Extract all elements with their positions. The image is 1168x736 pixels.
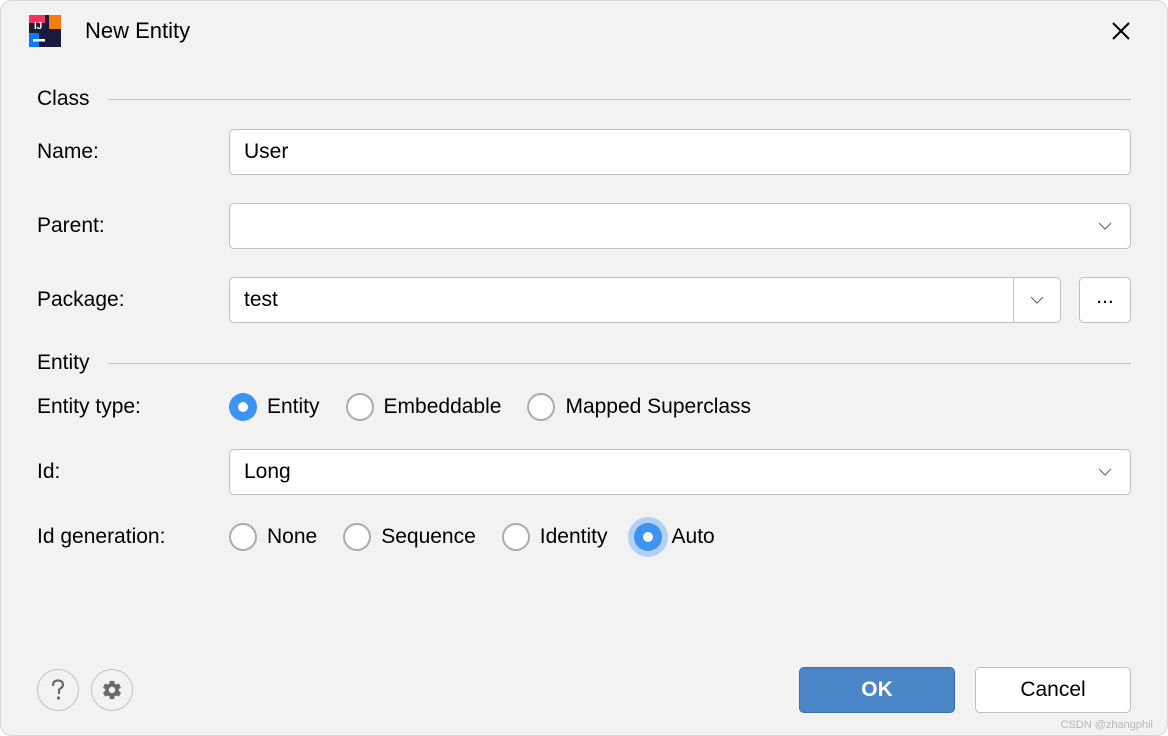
close-button[interactable] (1105, 15, 1137, 47)
parent-dropdown[interactable] (229, 203, 1131, 249)
class-section-header: Class (37, 87, 1131, 111)
help-icon (50, 679, 66, 701)
id-generation-group: None Sequence Identity Auto (229, 523, 715, 551)
cancel-label: Cancel (1020, 678, 1085, 702)
id-value: Long (244, 460, 1098, 484)
radio-icon (346, 393, 374, 421)
radio-label: Identity (540, 525, 608, 549)
package-dropdown-button[interactable] (1013, 277, 1061, 323)
id-generation-label: Id generation: (37, 525, 229, 549)
cancel-button[interactable]: Cancel (975, 667, 1131, 713)
package-combo (229, 277, 1061, 323)
name-row: Name: (37, 129, 1131, 175)
ok-button[interactable]: OK (799, 667, 955, 713)
radio-label: Mapped Superclass (565, 395, 751, 419)
divider (108, 363, 1131, 364)
settings-button[interactable] (91, 669, 133, 711)
entity-type-entity[interactable]: Entity (229, 393, 320, 421)
chevron-down-icon (1098, 219, 1112, 233)
class-section-label: Class (37, 87, 90, 111)
radio-label: Sequence (381, 525, 476, 549)
entity-section-header: Entity (37, 351, 1131, 375)
id-dropdown[interactable]: Long (229, 449, 1131, 495)
entity-type-label: Entity type: (37, 395, 229, 419)
package-browse-button[interactable]: ... (1079, 277, 1131, 323)
radio-label: Auto (672, 525, 715, 549)
dialog-footer: OK Cancel (1, 667, 1167, 735)
id-generation-none[interactable]: None (229, 523, 317, 551)
id-generation-row: Id generation: None Sequence Identity Au… (37, 523, 1131, 551)
dialog-title: New Entity (85, 18, 1105, 44)
dialog-content: Class Name: Parent: Package: (1, 59, 1167, 667)
ellipsis-icon: ... (1096, 285, 1114, 309)
watermark: CSDN @zhangphil (1061, 719, 1154, 731)
entity-type-mapped-superclass[interactable]: Mapped Superclass (527, 393, 751, 421)
package-row: Package: ... (37, 277, 1131, 323)
close-icon (1111, 21, 1131, 41)
id-generation-auto[interactable]: Auto (634, 523, 715, 551)
entity-type-group: Entity Embeddable Mapped Superclass (229, 393, 751, 421)
titlebar: IJ New Entity (1, 1, 1167, 59)
radio-label: Embeddable (384, 395, 502, 419)
radio-icon (527, 393, 555, 421)
name-label: Name: (37, 140, 229, 164)
parent-row: Parent: (37, 203, 1131, 249)
radio-icon (229, 393, 257, 421)
radio-label: None (267, 525, 317, 549)
package-label: Package: (37, 288, 229, 312)
divider (108, 99, 1131, 100)
chevron-down-icon (1098, 465, 1112, 479)
entity-type-row: Entity type: Entity Embeddable Mapped Su… (37, 393, 1131, 421)
radio-icon (502, 523, 530, 551)
intellij-icon: IJ (29, 15, 61, 47)
svg-text:IJ: IJ (34, 21, 42, 32)
id-generation-sequence[interactable]: Sequence (343, 523, 476, 551)
radio-icon (229, 523, 257, 551)
gear-icon (101, 679, 123, 701)
help-button[interactable] (37, 669, 79, 711)
name-input[interactable] (229, 129, 1131, 175)
radio-icon (634, 523, 662, 551)
package-input[interactable] (229, 277, 1013, 323)
entity-section-label: Entity (37, 351, 90, 375)
id-label: Id: (37, 460, 229, 484)
ok-label: OK (861, 678, 893, 702)
id-row: Id: Long (37, 449, 1131, 495)
chevron-down-icon (1030, 296, 1044, 305)
id-generation-identity[interactable]: Identity (502, 523, 608, 551)
radio-label: Entity (267, 395, 320, 419)
new-entity-dialog: IJ New Entity Class Name: Parent: (0, 0, 1168, 736)
radio-icon (343, 523, 371, 551)
parent-label: Parent: (37, 214, 229, 238)
entity-type-embeddable[interactable]: Embeddable (346, 393, 502, 421)
